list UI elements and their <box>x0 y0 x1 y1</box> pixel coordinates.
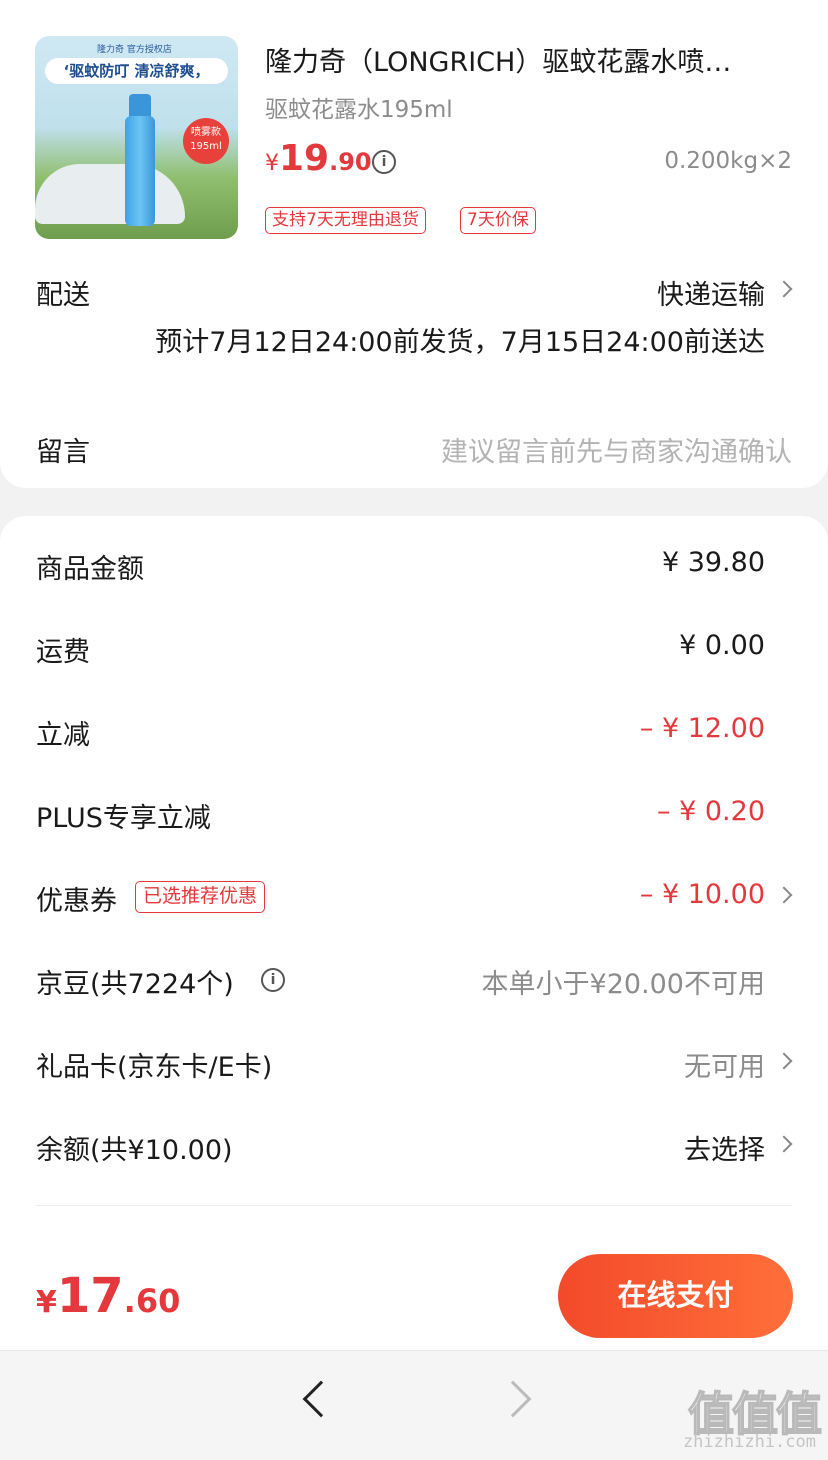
shipping-fee-value: ¥ 0.00 <box>679 630 765 661</box>
total-currency: ¥ <box>36 1285 57 1320</box>
product-image-brand-text: 隆力奇 官方授权店 <box>97 45 172 55</box>
jd-beans-info-icon[interactable]: i <box>261 968 285 992</box>
plus-discount-label: PLUS专享立减 <box>36 803 211 834</box>
product-weight-quantity: 0.200kg×2 <box>664 148 792 174</box>
price-protect-tag: 7天价保 <box>460 207 536 234</box>
balance-label: 余额(共¥10.00) <box>36 1135 233 1166</box>
product-title[interactable]: 隆力奇（LONGRICH）驱蚊花露水喷… <box>265 40 795 79</box>
coupon-label: 优惠券 <box>36 886 117 917</box>
total-decimal: .60 <box>123 1282 181 1320</box>
delivery-label: 配送 <box>36 280 90 311</box>
instant-discount-label: 立减 <box>36 720 90 751</box>
balance-select[interactable]: 去选择 <box>684 1128 765 1167</box>
product-image[interactable]: 隆力奇 官方授权店 ‘驱蚊防叮 清凉舒爽， 喷雾款 195ml <box>35 36 238 239</box>
product-spec: 驱蚊花露水195ml <box>265 97 453 123</box>
jd-beans-label: 京豆(共7224个) <box>36 969 234 1000</box>
total-price: ¥17.60 <box>36 1268 180 1324</box>
summary-divider <box>36 1205 792 1206</box>
product-image-badge: 喷雾款 195ml <box>183 118 229 164</box>
price-currency: ¥ <box>265 151 279 176</box>
jd-beans-value: 本单小于¥20.00不可用 <box>481 969 765 1000</box>
gift-card-label: 礼品卡(京东卡/E卡) <box>36 1052 273 1083</box>
coupon-value[interactable]: – ¥ 10.00 <box>640 879 765 910</box>
message-input[interactable]: 建议留言前先与商家沟通确认 <box>441 430 792 469</box>
gift-card-value[interactable]: 无可用 <box>684 1045 765 1084</box>
goods-amount-label: 商品金额 <box>36 554 144 585</box>
goods-amount-value: ¥ 39.80 <box>661 547 765 578</box>
price-info-icon[interactable]: i <box>372 150 396 174</box>
product-image-badge-line1: 喷雾款 <box>191 127 221 138</box>
watermark-url: zhizhizhi.com <box>682 1432 816 1452</box>
total-integer: 17 <box>56 1268 124 1324</box>
product-image-banner: ‘驱蚊防叮 清凉舒爽， <box>45 58 228 84</box>
price-decimal: .90 <box>329 148 372 176</box>
shipping-fee-label: 运费 <box>36 637 90 668</box>
plus-discount-value: – ¥ 0.20 <box>657 796 765 827</box>
product-image-bottle <box>125 116 155 226</box>
return-policy-tag: 支持7天无理由退货 <box>265 207 426 234</box>
pay-online-button[interactable]: 在线支付 <box>558 1254 793 1338</box>
product-image-badge-line2: 195ml <box>190 141 222 152</box>
message-label: 留言 <box>36 437 90 468</box>
price-integer: 19 <box>279 138 330 179</box>
coupon-recommended-tag: 已选推荐优惠 <box>135 881 266 913</box>
instant-discount-value: – ¥ 12.00 <box>639 713 765 744</box>
delivery-method[interactable]: 快递运输 <box>657 273 765 312</box>
product-image-rock <box>35 164 185 224</box>
delivery-estimate: 预计7月12日24:00前发货，7月15日24:00前送达 <box>155 327 765 358</box>
product-price: ¥19.90 <box>265 138 372 179</box>
